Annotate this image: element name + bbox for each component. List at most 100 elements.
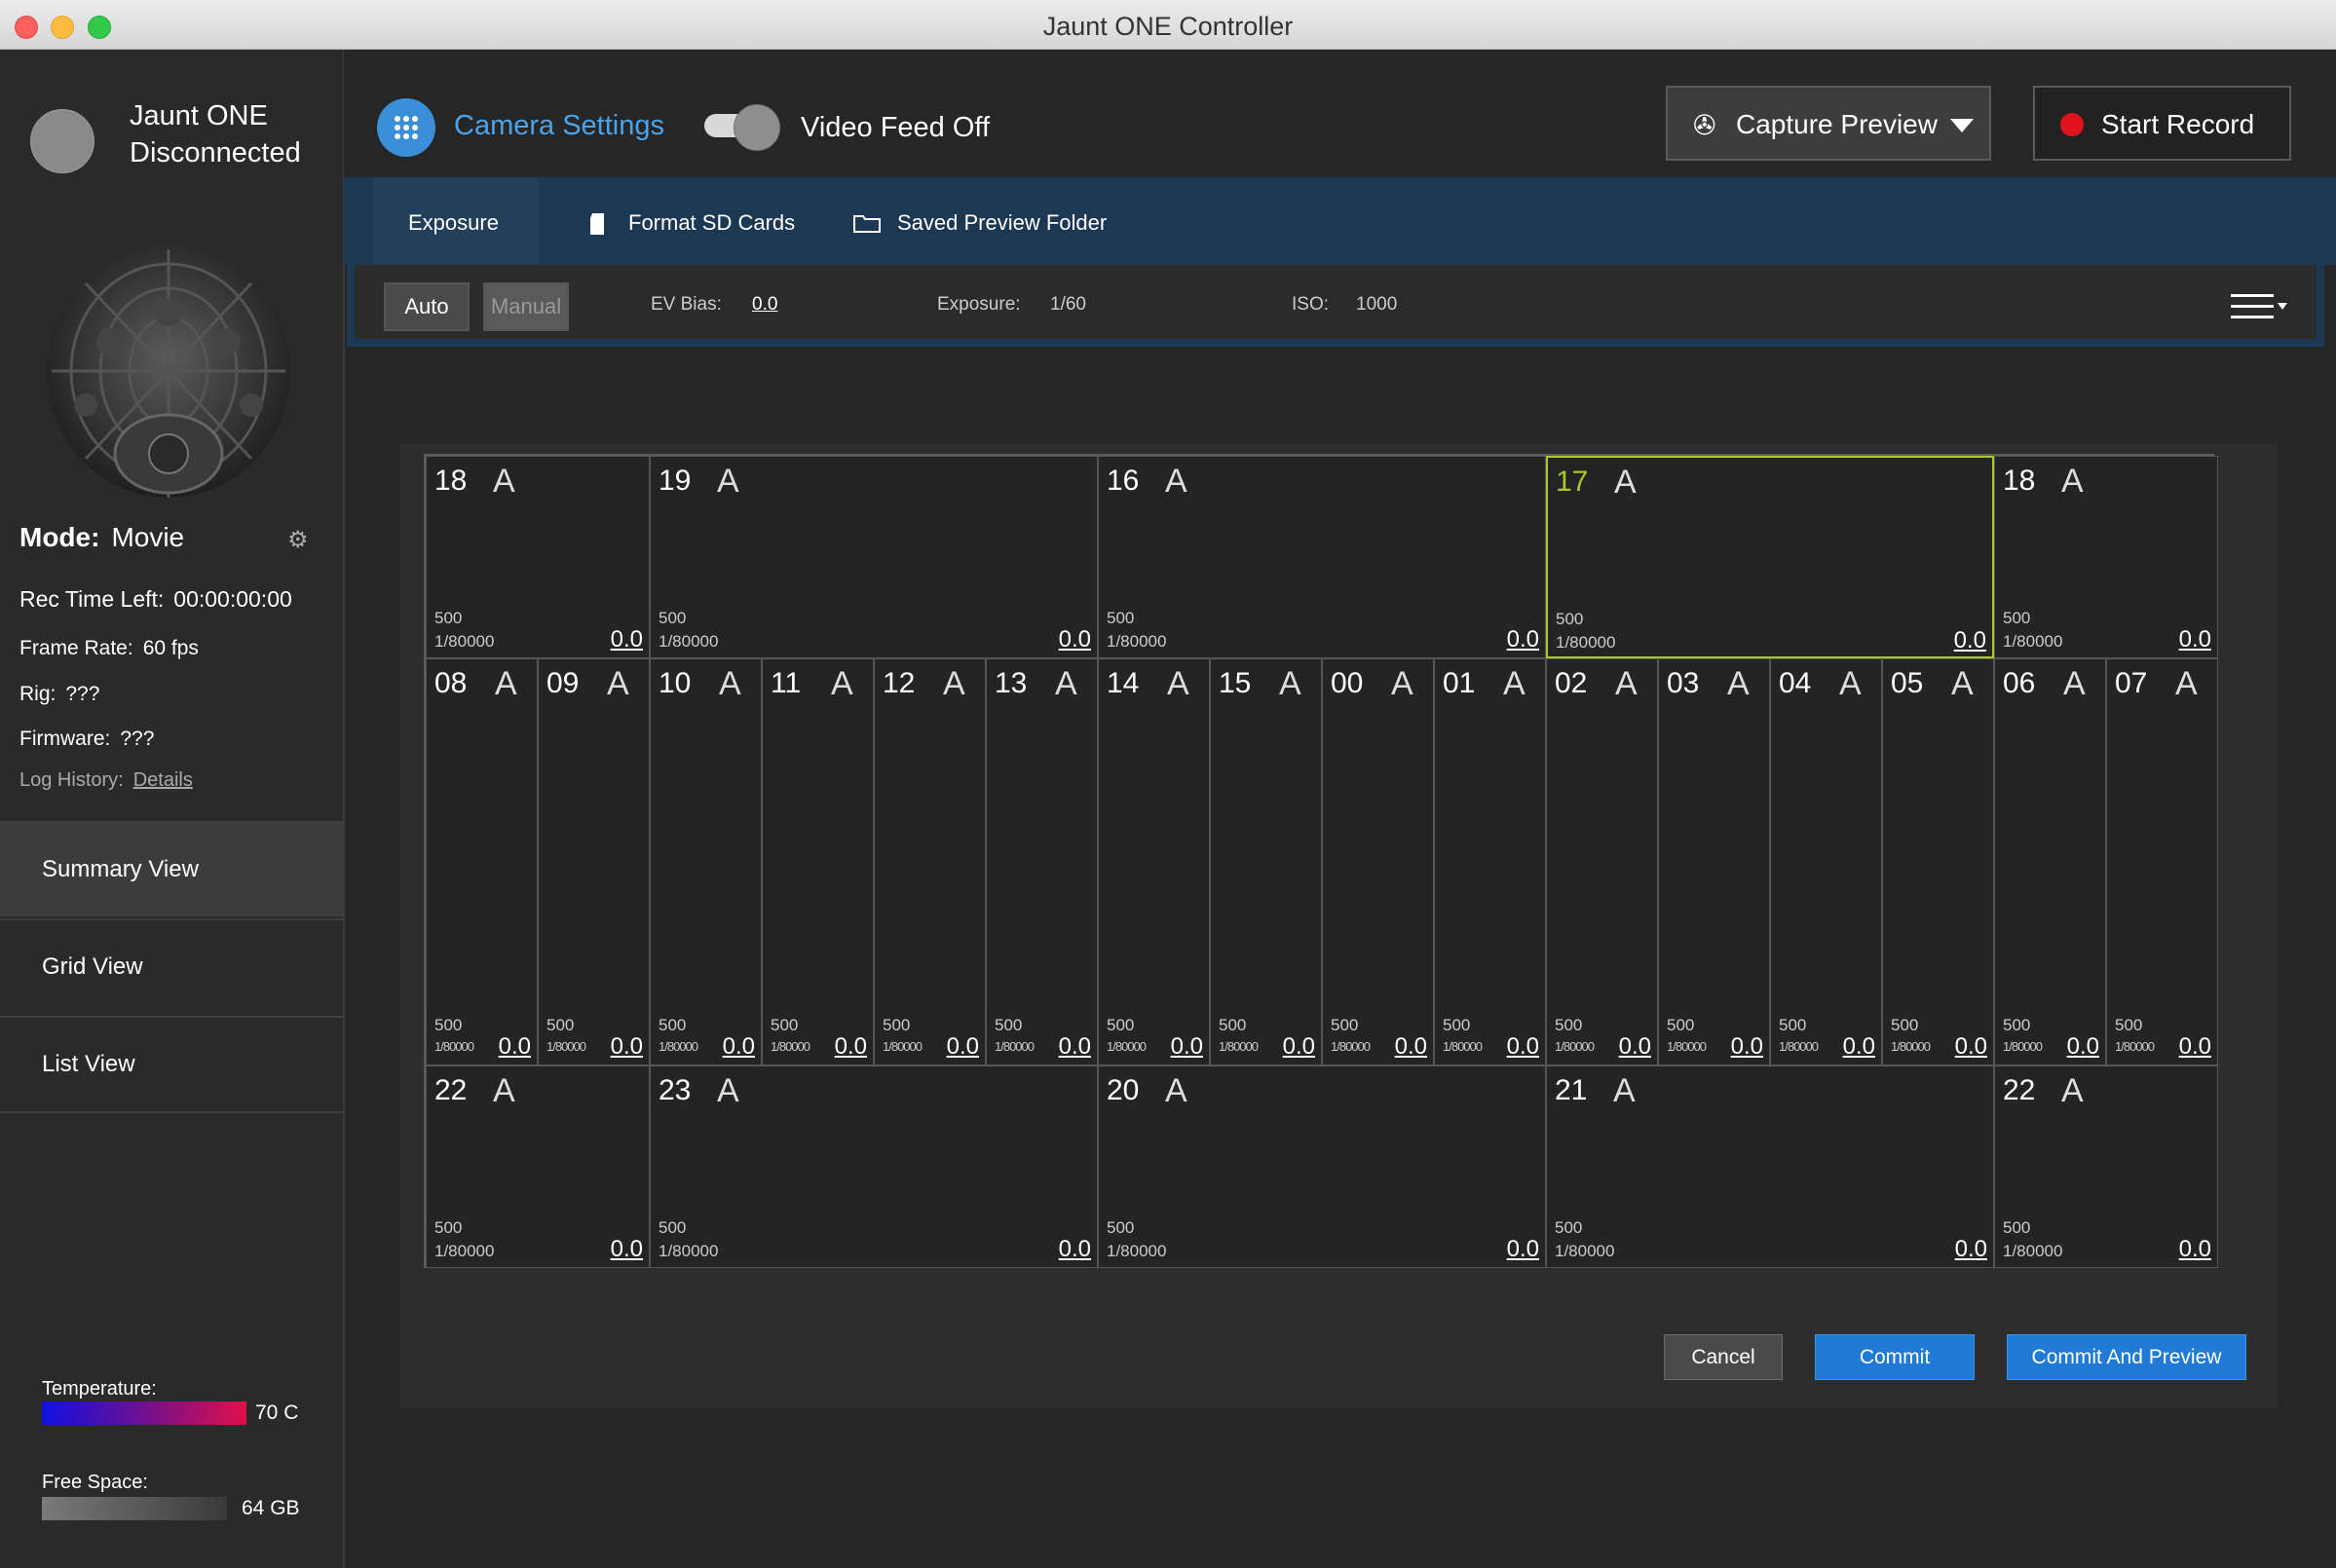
grid-dots-icon[interactable] [377, 98, 435, 157]
tab-format-sd-cards[interactable]: Format SD Cards [587, 177, 811, 265]
commit-button[interactable]: Commit [1815, 1334, 1975, 1380]
mode-value: Movie [111, 522, 185, 552]
camera-cell-07[interactable]: 07 A 500 1/80000 0.0 [2106, 658, 2218, 1065]
ev-value[interactable]: 0.0 [1507, 1033, 1539, 1061]
camera-mode: A [1391, 665, 1413, 702]
commit-and-preview-button[interactable]: Commit And Preview [2007, 1334, 2246, 1380]
ev-value[interactable]: 0.0 [2179, 1236, 2211, 1263]
camera-cell-18[interactable]: 18 A 500 1/80000 0.0 [426, 456, 650, 658]
rec-time-value: 00:00:00:00 [173, 586, 292, 612]
tab-saved-preview-folder[interactable]: Saved Preview Folder [852, 177, 1145, 265]
iso-value: 500 [1443, 1016, 1471, 1034]
ev-value[interactable]: 0.0 [1059, 1033, 1091, 1061]
camera-cell-10[interactable]: 10 A 500 1/80000 0.0 [650, 658, 762, 1065]
camera-cell-02[interactable]: 02 A 500 1/80000 0.0 [1546, 658, 1658, 1065]
camera-id: 13 [995, 667, 1028, 699]
camera-id: 19 [659, 465, 692, 497]
video-feed-toggle[interactable] [704, 104, 780, 151]
camera-id: 20 [1107, 1074, 1140, 1106]
shutter-value: 1/80000 [995, 1039, 1035, 1054]
ev-value[interactable]: 0.0 [611, 626, 643, 653]
camera-cell-16[interactable]: 16 A 500 1/80000 0.0 [1098, 456, 1546, 658]
mode-row: Mode: Movie [19, 522, 184, 553]
shutter-value: 1/80000 [1443, 1039, 1483, 1054]
camera-cell-19[interactable]: 19 A 500 1/80000 0.0 [650, 456, 1098, 658]
camera-cell-15[interactable]: 15 A 500 1/80000 0.0 [1210, 658, 1322, 1065]
shutter-value: 1/80000 [2003, 1039, 2043, 1054]
camera-cell-06[interactable]: 06 A 500 1/80000 0.0 [1994, 658, 2106, 1065]
nav-grid-view[interactable]: Grid View [0, 918, 343, 1014]
ev-value[interactable]: 0.0 [1171, 1033, 1203, 1061]
ev-value[interactable]: 0.0 [835, 1033, 867, 1061]
camera-settings-link[interactable]: Camera Settings [454, 110, 664, 142]
ev-value[interactable]: 0.0 [2067, 1033, 2099, 1061]
ev-value[interactable]: 0.0 [1395, 1033, 1427, 1061]
manual-button[interactable]: Manual [483, 282, 569, 331]
ev-value[interactable]: 0.0 [1059, 1236, 1091, 1263]
camera-cell-18[interactable]: 18 A 500 1/80000 0.0 [1994, 456, 2218, 658]
camera-cell-04[interactable]: 04 A 500 1/80000 0.0 [1770, 658, 1882, 1065]
camera-cell-14[interactable]: 14 A 500 1/80000 0.0 [1098, 658, 1210, 1065]
camera-cell-05[interactable]: 05 A 500 1/80000 0.0 [1882, 658, 1994, 1065]
exposure-value: 1/60 [1050, 294, 1086, 315]
camera-cell-09[interactable]: 09 A 500 1/80000 0.0 [538, 658, 650, 1065]
ev-bias-value[interactable]: 0.0 [752, 294, 777, 316]
camera-cell-21[interactable]: 21 A 500 1/80000 0.0 [1546, 1065, 1994, 1268]
camera-cell-13[interactable]: 13 A 500 1/80000 0.0 [986, 658, 1098, 1065]
ev-value[interactable]: 0.0 [611, 1236, 643, 1263]
ev-value[interactable]: 0.0 [611, 1033, 643, 1061]
camera-cell-23[interactable]: 23 A 500 1/80000 0.0 [650, 1065, 1098, 1268]
ev-value[interactable]: 0.0 [1955, 1236, 1987, 1263]
ev-value[interactable]: 0.0 [1619, 1033, 1651, 1061]
start-record-button[interactable]: Start Record [2033, 86, 2291, 161]
hamburger-menu-icon[interactable] [2231, 292, 2289, 321]
settings-tabs: Exposure Format SD Cards Saved Preview F… [344, 177, 2336, 265]
camera-grid: 18 A 500 1/80000 0.0 19 A 500 1/80000 0.0 16 A 500 1/… [424, 454, 2218, 1268]
ev-value[interactable]: 0.0 [2179, 626, 2211, 653]
ev-value[interactable]: 0.0 [1507, 626, 1539, 653]
ev-value[interactable]: 0.0 [1955, 1033, 1987, 1061]
camera-cell-08[interactable]: 08 A 500 1/80000 0.0 [426, 658, 538, 1065]
free-space-value: 64 GB [242, 1497, 300, 1519]
camera-id: 14 [1107, 667, 1140, 699]
tab-exposure[interactable]: Exposure [373, 177, 539, 265]
iso-value: 500 [2003, 1016, 2031, 1034]
nav-list-view[interactable]: List View [0, 1016, 343, 1113]
auto-button[interactable]: Auto [384, 282, 470, 331]
shutter-value: 1/80000 [2003, 632, 2063, 651]
ev-value[interactable]: 0.0 [1059, 626, 1091, 653]
cancel-button[interactable]: Cancel [1664, 1334, 1783, 1380]
camera-cell-20[interactable]: 20 A 500 1/80000 0.0 [1098, 1065, 1546, 1268]
ev-value[interactable]: 0.0 [947, 1033, 979, 1061]
camera-cell-11[interactable]: 11 A 500 1/80000 0.0 [762, 658, 874, 1065]
ev-value[interactable]: 0.0 [499, 1033, 531, 1061]
nav-label: List View [42, 1051, 135, 1077]
camera-mode: A [1165, 1072, 1187, 1109]
log-details-link[interactable]: Details [133, 769, 193, 791]
camera-cell-12[interactable]: 12 A 500 1/80000 0.0 [874, 658, 986, 1065]
capture-preview-button[interactable]: ✇ Capture Preview [1666, 86, 1991, 161]
camera-cell-17[interactable]: 17 A 500 1/80000 0.0 [1546, 456, 1994, 658]
exposure-label: Exposure: [937, 294, 1021, 315]
camera-cell-00[interactable]: 00 A 500 1/80000 0.0 [1322, 658, 1434, 1065]
chevron-down-icon[interactable] [1950, 119, 1974, 132]
ev-value[interactable]: 0.0 [2179, 1033, 2211, 1061]
camera-mode: A [1727, 665, 1750, 702]
shutter-value: 1/80000 [1331, 1039, 1371, 1054]
tab-label: Exposure [408, 210, 499, 235]
shutter-value: 1/80000 [2115, 1039, 2155, 1054]
camera-id: 05 [1891, 667, 1924, 699]
nav-summary-view[interactable]: Summary View [0, 821, 343, 916]
ev-value[interactable]: 0.0 [723, 1033, 755, 1061]
ev-value[interactable]: 0.0 [1954, 627, 1986, 654]
camera-cell-01[interactable]: 01 A 500 1/80000 0.0 [1434, 658, 1546, 1065]
camera-cell-22[interactable]: 22 A 500 1/80000 0.0 [1994, 1065, 2218, 1268]
ev-value[interactable]: 0.0 [1283, 1033, 1315, 1061]
ev-value[interactable]: 0.0 [1731, 1033, 1763, 1061]
shutter-value: 1/80000 [1555, 1242, 1615, 1260]
ev-value[interactable]: 0.0 [1507, 1236, 1539, 1263]
ev-value[interactable]: 0.0 [1843, 1033, 1875, 1061]
camera-cell-22[interactable]: 22 A 500 1/80000 0.0 [426, 1065, 650, 1268]
gear-icon[interactable]: ⚙ [287, 529, 311, 552]
camera-cell-03[interactable]: 03 A 500 1/80000 0.0 [1658, 658, 1770, 1065]
